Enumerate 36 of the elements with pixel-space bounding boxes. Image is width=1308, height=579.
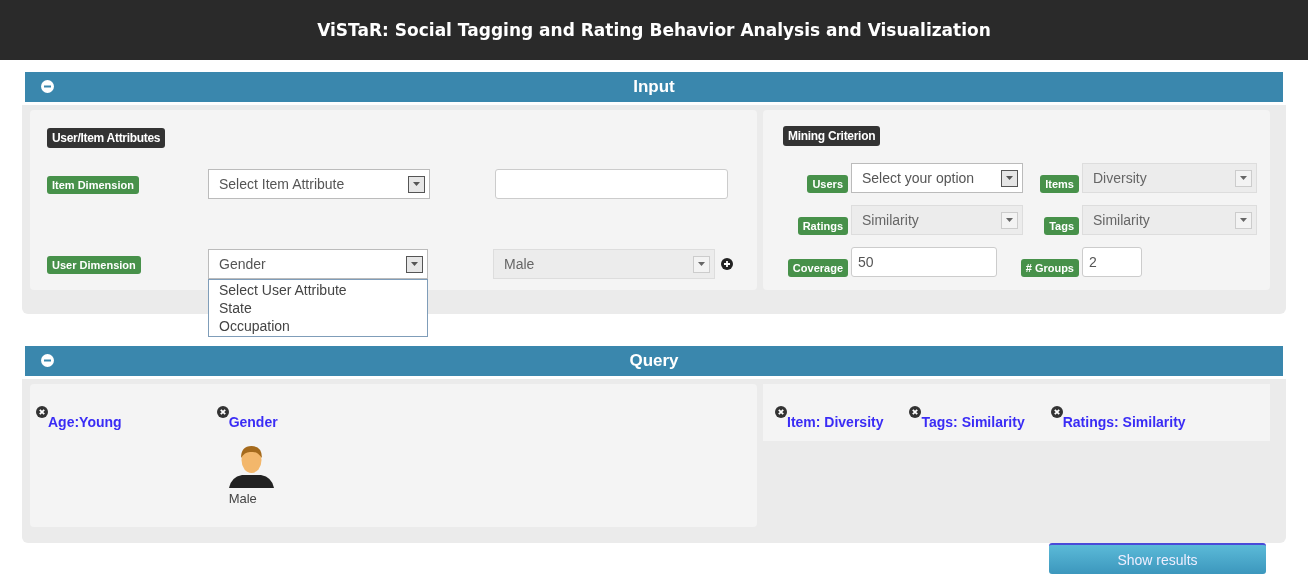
collapse-icon[interactable] bbox=[41, 354, 54, 367]
remove-icon[interactable] bbox=[36, 406, 48, 418]
select-field[interactable]: Gender bbox=[208, 249, 428, 279]
filter-link[interactable]: Gender bbox=[228, 414, 278, 430]
section-heading: Mining Criterion bbox=[783, 126, 881, 146]
field-label: # Groups bbox=[1020, 259, 1079, 277]
criterion-link[interactable]: Tags: Similarity bbox=[921, 414, 1025, 430]
remove-icon[interactable] bbox=[216, 406, 229, 418]
field-label: Ratings bbox=[797, 217, 848, 235]
remove-icon[interactable] bbox=[775, 406, 787, 418]
remove-icon[interactable] bbox=[1050, 406, 1063, 418]
dropdown-option[interactable]: State bbox=[219, 299, 417, 317]
section-heading: User/Item Attributes bbox=[47, 128, 166, 148]
text-field[interactable] bbox=[495, 169, 728, 199]
select-field[interactable]: Select your option bbox=[851, 163, 1023, 193]
criterion-link[interactable]: Item: Diversity bbox=[787, 414, 884, 430]
app-title: ViSTaR: Social Tagging and Rating Behavior Analysis and Visualization bbox=[317, 20, 991, 40]
field-label: Coverage bbox=[787, 259, 848, 277]
select-field[interactable]: Select Item Attribute bbox=[208, 169, 430, 199]
panel-title: Query bbox=[629, 351, 679, 371]
collapse-icon[interactable] bbox=[41, 80, 54, 93]
field-label: Users bbox=[807, 175, 848, 193]
text-field[interactable]: 2 bbox=[1082, 247, 1142, 277]
user-avatar-icon bbox=[228, 444, 274, 489]
dropdown-option[interactable]: Occupation bbox=[219, 317, 417, 335]
field-label: Tags bbox=[1044, 217, 1079, 235]
criterion-link[interactable]: Ratings: Similarity bbox=[1062, 414, 1186, 430]
panel-title: Input bbox=[633, 77, 675, 97]
dropdown-option[interactable]: Select User Attribute bbox=[219, 281, 417, 299]
avatar-label: Male bbox=[228, 491, 257, 506]
field-label: Item Dimension bbox=[47, 175, 139, 194]
field-label: Items bbox=[1040, 175, 1079, 193]
field-label: User Dimension bbox=[47, 255, 141, 274]
text-field[interactable]: 50 bbox=[851, 247, 997, 277]
remove-icon[interactable] bbox=[909, 406, 922, 418]
filter-link[interactable]: Age:Young bbox=[48, 414, 122, 430]
